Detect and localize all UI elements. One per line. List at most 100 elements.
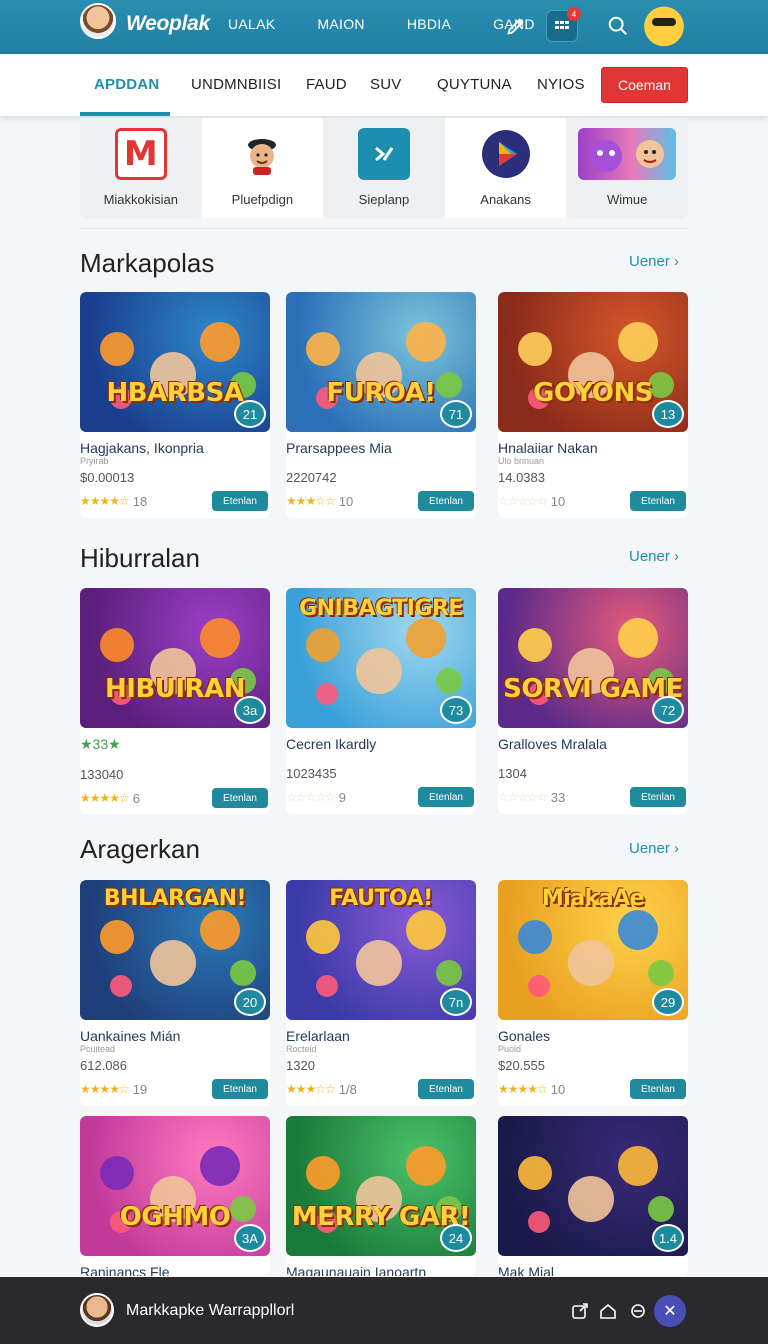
app-card[interactable]: OGHMO 3A Raninancs Fle: [80, 1116, 270, 1276]
apps-grid-button[interactable]: 4: [546, 7, 581, 42]
thumbnail-character: [518, 920, 552, 954]
app-thumbnail[interactable]: HIBUIRAN 3a: [80, 588, 270, 728]
category-item[interactable]: Anakans: [444, 118, 567, 218]
count-badge: 1.4: [652, 1224, 684, 1252]
app-card[interactable]: FUROA! 71 Prarsappees Mia 2220742 ★★★☆☆ 10 Ete…: [286, 292, 476, 518]
get-button[interactable]: Etenlan: [418, 787, 474, 807]
app-thumbnail[interactable]: FAUTOA! 7n: [286, 880, 476, 1020]
cta-button[interactable]: Coeman: [601, 67, 688, 103]
app-stat: 14.0383: [498, 470, 545, 485]
top-nav-item[interactable]: MAION: [317, 16, 364, 32]
section-more-link[interactable]: Uener ›: [629, 253, 679, 270]
star-rating: ★★★★☆: [80, 1082, 130, 1096]
star-rating: ★★★★☆: [80, 494, 130, 508]
app-card[interactable]: MiakaAe 29 Gonales Puoid $20.555 ★★★★☆ 10 Etenl…: [498, 880, 688, 1106]
app-thumbnail[interactable]: FUROA! 71: [286, 292, 476, 432]
thumbnail-character: [356, 648, 402, 694]
count-badge: 3a: [234, 696, 266, 724]
app-subtitle: [286, 456, 476, 466]
user-avatar[interactable]: [80, 1293, 114, 1327]
get-button[interactable]: Etenlan: [418, 1079, 474, 1099]
get-button[interactable]: Etenlan: [630, 491, 686, 511]
search-icon[interactable]: [602, 10, 634, 42]
app-card[interactable]: SORVI GAME 72 Gralloves Mralala 1304 ☆☆☆☆☆ 33…: [498, 588, 688, 814]
thumbnail-character: [306, 332, 340, 366]
rating-count: 10: [550, 493, 566, 509]
category-item[interactable]: Sieplanp: [323, 118, 445, 218]
tab-undmnbiisi[interactable]: UNDMNBIISI: [191, 76, 281, 93]
home-icon[interactable]: [598, 1301, 618, 1321]
get-button[interactable]: Etenlan: [630, 1079, 686, 1099]
count-badge: 3A: [234, 1224, 266, 1252]
get-button[interactable]: Etenlan: [630, 787, 686, 807]
count-badge: 20: [234, 988, 266, 1016]
pencil-icon[interactable]: [500, 10, 532, 42]
app-thumbnail[interactable]: SORVI GAME 72: [498, 588, 688, 728]
get-button[interactable]: Etenlan: [212, 1079, 268, 1099]
category-item[interactable]: Pluefpdign: [201, 118, 324, 218]
app-card[interactable]: HBARBSA 21 Hagjakans, Ikonpria Pryirab $0.00…: [80, 292, 270, 518]
star-rating: ★★★☆☆: [286, 494, 336, 508]
close-icon[interactable]: ✕: [654, 1295, 686, 1327]
app-card[interactable]: GNIBAGTIGRE 73 Cecren Ikardly 1023435 ☆☆☆☆☆ 9…: [286, 588, 476, 814]
thumbnail-character: [436, 668, 462, 694]
app-thumbnail[interactable]: GOYONS 13: [498, 292, 688, 432]
app-card[interactable]: GOYONS 13 Hnalaiiar Nakan Ulo bnnuan 14.0383…: [498, 292, 688, 518]
tab-suv[interactable]: SUV: [370, 76, 401, 93]
tab-faud[interactable]: FAUD: [306, 76, 347, 93]
thumbnail-character: [316, 683, 338, 705]
thumbnail-character: [150, 940, 196, 986]
count-badge: 72: [652, 696, 684, 724]
thumbnail-character: [618, 322, 658, 362]
app-card[interactable]: 1.4 Mak Mial: [498, 1116, 688, 1276]
get-button[interactable]: Etenlan: [212, 788, 268, 808]
category-label: Miakkokisian: [103, 192, 178, 207]
app-card[interactable]: MERRY GAR! 24 Magaunauain Ianoartn: [286, 1116, 476, 1276]
count-badge: 29: [652, 988, 684, 1016]
app-thumbnail[interactable]: OGHMO 3A: [80, 1116, 270, 1256]
app-card[interactable]: FAUTOA! 7n Erelarlaan Rocteid 1320 ★★★☆☆ 1/8 Et…: [286, 880, 476, 1106]
section-more-link[interactable]: Uener ›: [629, 548, 679, 565]
card-footer: ★★★★☆ 10 Etenlan: [498, 1079, 688, 1099]
rating-count: 6: [132, 790, 141, 806]
app-thumbnail[interactable]: MiakaAe 29: [498, 880, 688, 1020]
get-button[interactable]: Etenlan: [418, 491, 474, 511]
category-item[interactable]: Wimue: [566, 118, 688, 218]
mascot-icon[interactable]: [640, 0, 688, 48]
app-thumbnail[interactable]: HBARBSA 21: [80, 292, 270, 432]
settings-icon[interactable]: [628, 1301, 648, 1321]
tab-nyios[interactable]: NYIOS: [537, 76, 585, 93]
section-title: Hiburralan: [80, 543, 200, 573]
profile-avatar[interactable]: [80, 3, 116, 39]
app-card[interactable]: HIBUIRAN 3a ★33★ 133040 ★★★★☆ 6 Etenlan: [80, 588, 270, 814]
chevron-right-icon: ›: [674, 548, 680, 565]
app-name: Raninancs Fle: [80, 1264, 170, 1276]
app-thumbnail[interactable]: GNIBAGTIGRE 73: [286, 588, 476, 728]
top-nav-item[interactable]: UALAK: [228, 16, 275, 32]
section-more-link[interactable]: Uener ›: [629, 840, 679, 857]
tab-apddan[interactable]: APDDAN: [94, 76, 159, 93]
thumbnail-title: FAUTOA!: [329, 886, 433, 911]
top-nav-item[interactable]: HBDIA: [407, 16, 451, 32]
category-item[interactable]: M Miakkokisian: [80, 118, 202, 218]
thumbnail-character: [306, 1156, 340, 1190]
count-badge: 7n: [440, 988, 472, 1016]
app-subtitle: Pcuitead: [80, 1044, 116, 1054]
get-button[interactable]: Etenlan: [212, 491, 268, 511]
thumbnail-character: [200, 910, 240, 950]
brand-logo[interactable]: Weoplak: [126, 12, 210, 36]
thumbnail-title: GNIBAGTIGRE: [299, 596, 463, 621]
app-name: Gonales: [498, 1028, 551, 1044]
rating-count: 1/8: [338, 1081, 357, 1097]
app-thumbnail[interactable]: MERRY GAR! 24: [286, 1116, 476, 1256]
app-name: Magaunauain Ianoartn: [286, 1264, 427, 1276]
app-card[interactable]: BHLARGAN! 20 Uankaines Mián Pcuitead 612.086…: [80, 880, 270, 1106]
app-thumbnail[interactable]: BHLARGAN! 20: [80, 880, 270, 1020]
share-icon[interactable]: [570, 1301, 590, 1321]
app-stat: 612.086: [80, 1058, 127, 1073]
tab-quytuna[interactable]: QUYTUNA: [437, 76, 512, 93]
thumbnail-character: [406, 1146, 446, 1186]
app-thumbnail[interactable]: 1.4: [498, 1116, 688, 1256]
app-subtitle: Rocteid: [286, 1044, 317, 1054]
thumbnail-character: [406, 322, 446, 362]
